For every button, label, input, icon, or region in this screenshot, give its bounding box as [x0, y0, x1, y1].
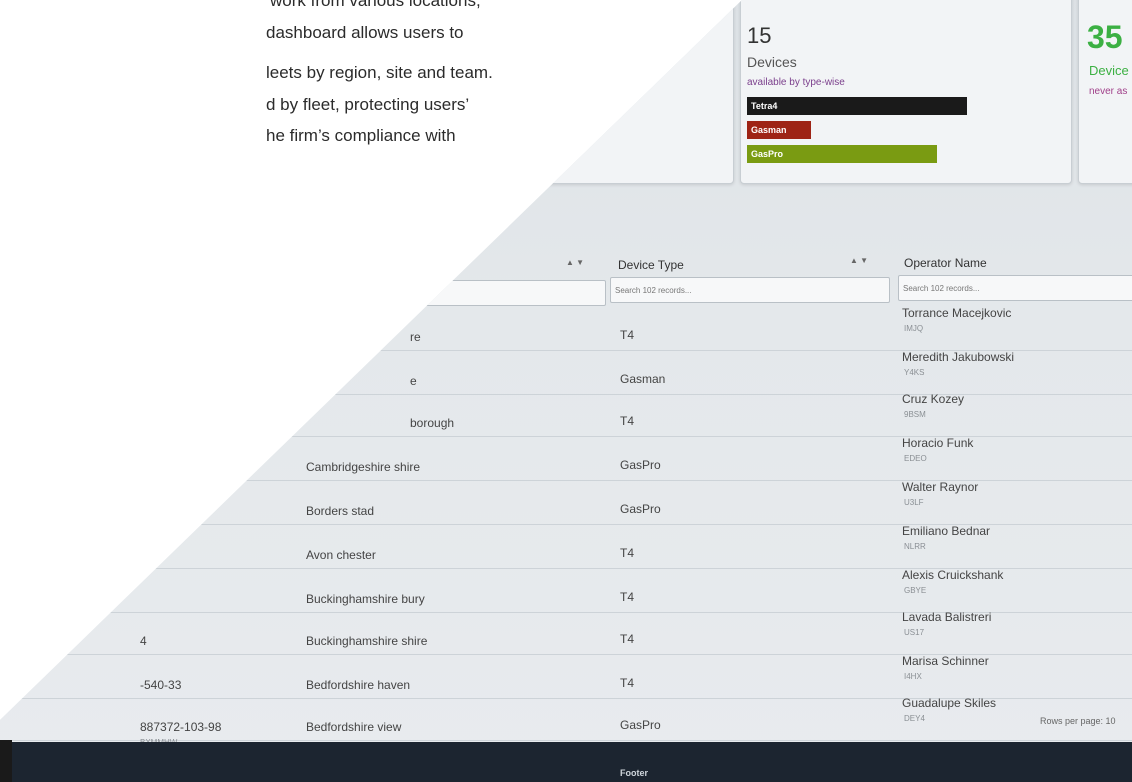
summary-card-left	[520, 0, 734, 184]
devices-subtitle: available by type-wise	[747, 77, 845, 88]
cell-operator-code: Y4KS	[904, 368, 925, 377]
cell-device-type: T4	[620, 632, 635, 646]
devices-card[interactable]: 15 Devices available by type-wise Tetra4…	[740, 0, 1072, 184]
cell-device-type: T4	[620, 328, 635, 342]
cell-device-id: 4	[140, 634, 147, 648]
cell-site: Bedfordshire view	[306, 720, 402, 734]
cell-operator-code: I4HX	[904, 672, 922, 681]
device-bar-gasman: Gasman	[747, 121, 811, 139]
cell-operator-name: Guadalupe Skiles	[902, 696, 997, 710]
cell-operator-name: Lavada Balistreri	[902, 610, 992, 624]
search-operator-input[interactable]: Search 102 records...	[898, 275, 1132, 301]
devices-subtitle-2: never as	[1089, 86, 1128, 97]
cell-site: Buckinghamshire bury	[306, 592, 425, 606]
cell-operator-code: DEY4	[904, 714, 925, 723]
cell-device-type: Gasman	[620, 372, 666, 386]
caption-line: he firm’s compliance with	[266, 126, 456, 145]
search-device-type-input[interactable]: Search 102 records...	[610, 277, 890, 303]
cell-operator-code: GBYE	[904, 586, 927, 595]
devices-title-2: Device	[1089, 63, 1129, 78]
cell-operator-name: Cruz Kozey	[902, 392, 965, 406]
cell-site: Cambridgeshire shire	[306, 460, 421, 474]
cell-device-id: -540-33	[140, 678, 182, 692]
cell-operator-name: Emiliano Bednar	[902, 524, 991, 538]
devices-count: 15	[747, 23, 772, 48]
caption-line: leets by region, site and team.	[266, 63, 493, 82]
cell-operator-name: Walter Raynor	[902, 480, 979, 494]
cell-device-id: 887372-103-98	[140, 720, 222, 734]
cell-operator-name: Marisa Schinner	[902, 654, 989, 668]
cell-site: Buckinghamshire shire	[306, 634, 428, 648]
footer-label: Footer	[620, 768, 648, 778]
caption-line: dashboard allows users to	[266, 23, 464, 42]
screen-edge	[0, 740, 12, 782]
devices-card-2[interactable]: 35 Device never as	[1078, 0, 1132, 184]
sort-device-type-icon[interactable]: ▲ ▼	[850, 256, 868, 265]
cell-operator-name: Horacio Funk	[902, 436, 974, 450]
cell-operator-code: NLRR	[904, 542, 926, 551]
cell-site: e	[410, 374, 417, 388]
devices-count-2: 35	[1087, 19, 1123, 55]
cell-operator-name: Torrance Macejkovic	[902, 306, 1012, 320]
cell-site: re	[410, 330, 421, 344]
cell-operator-code: U3LF	[904, 498, 924, 507]
cell-device-type: GasPro	[620, 458, 661, 472]
column-header-device-type[interactable]: Device Type	[618, 258, 684, 272]
caption-line: work from various locations,	[270, 0, 481, 10]
devices-title: Devices	[747, 54, 797, 70]
cell-site: Borders stad	[306, 504, 375, 518]
caption-line: d by fleet, protecting users’	[266, 95, 470, 114]
cell-device-type: T4	[620, 414, 635, 428]
cell-site: Bedfordshire haven	[306, 678, 411, 692]
device-bar-gaspro: GasPro	[747, 145, 937, 163]
cell-operator-code: US17	[904, 628, 925, 637]
rows-per-page[interactable]: Rows per page: 10	[1040, 716, 1116, 726]
cell-site: borough	[410, 416, 455, 430]
footer-bar: Footer	[0, 742, 1132, 782]
dashboard-screen: 15 Devices available by type-wise Tetra4…	[0, 0, 1132, 782]
cell-site: Avon chester	[306, 548, 376, 562]
cell-operator-name: Alexis Cruickshank	[902, 568, 1004, 582]
cell-operator-code: IMJQ	[904, 324, 924, 333]
cell-device-type: T4	[620, 590, 635, 604]
cell-device-type: T4	[620, 676, 635, 690]
cell-operator-code: 9BSM	[904, 410, 926, 419]
cell-device-type: GasPro	[620, 502, 661, 516]
device-type-bars: Tetra4 Gasman GasPro	[747, 97, 987, 167]
cell-operator-code: EDEO	[904, 454, 927, 463]
cell-device-type: T4	[620, 546, 635, 560]
cell-device-type: GasPro	[620, 718, 661, 732]
sort-site-icon[interactable]: ▲ ▼	[566, 258, 584, 267]
column-header-operator-name[interactable]: Operator Name	[904, 256, 987, 270]
cell-operator-name: Meredith Jakubowski	[902, 350, 1015, 364]
search-site-input[interactable]	[380, 280, 606, 306]
device-bar-tetra4: Tetra4	[747, 97, 967, 115]
